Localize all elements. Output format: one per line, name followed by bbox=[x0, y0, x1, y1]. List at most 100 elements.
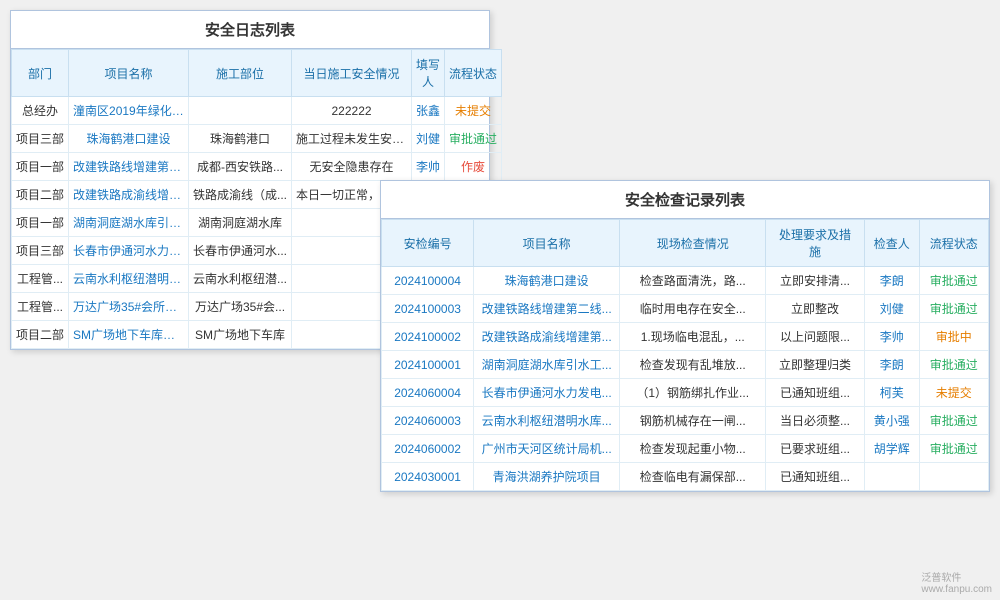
measure-cell: 立即整改 bbox=[766, 295, 865, 323]
dept-cell: 总经办 bbox=[12, 97, 69, 125]
id-cell[interactable]: 2024100003 bbox=[382, 295, 474, 323]
status-cell: 作废 bbox=[445, 153, 502, 181]
right-table-body: 2024100004珠海鹤港口建设检查路面清洗，路...立即安排清...李朗审批… bbox=[382, 267, 989, 491]
project-cell[interactable]: 长春市伊通河水力发电... bbox=[474, 379, 620, 407]
id-cell[interactable]: 2024100004 bbox=[382, 267, 474, 295]
site-cell: 珠海鹤港口 bbox=[189, 125, 292, 153]
status-cell: 审批中 bbox=[919, 323, 988, 351]
project-cell[interactable]: 云南水利枢纽潜明水库一... bbox=[69, 265, 189, 293]
table-row: 2024030001青海洪湖养护院项目检查临电有漏保部...已通知班组... bbox=[382, 463, 989, 491]
measure-cell: 立即整理归类 bbox=[766, 351, 865, 379]
dept-cell: 项目三部 bbox=[12, 125, 69, 153]
project-cell[interactable]: 湖南洞庭湖水库引水工... bbox=[474, 351, 620, 379]
status-cell: 审批通过 bbox=[919, 267, 988, 295]
table-row: 2024060004长春市伊通河水力发电...（1）钢筋绑扎作业...已通知班组… bbox=[382, 379, 989, 407]
project-cell[interactable]: 长春市伊通河水力发电厂... bbox=[69, 237, 189, 265]
col-site: 施工部位 bbox=[189, 50, 292, 97]
watermark: 泛普软件 www.fanpu.com bbox=[921, 569, 992, 595]
col-situation: 当日施工安全情况 bbox=[292, 50, 412, 97]
project-cell[interactable]: 改建铁路线增建第二线... bbox=[474, 295, 620, 323]
project-cell[interactable]: 改建铁路线增建第二线直... bbox=[69, 153, 189, 181]
measure-cell: 已通知班组... bbox=[766, 463, 865, 491]
status-cell: 未提交 bbox=[445, 97, 502, 125]
right-table-container: 安全检查记录列表 安检编号 项目名称 现场检查情况 处理要求及措施 检查人 流程… bbox=[380, 180, 990, 492]
inspector-cell[interactable]: 李帅 bbox=[864, 323, 919, 351]
dept-cell: 项目一部 bbox=[12, 153, 69, 181]
project-cell[interactable]: 万达广场35#会所及咖啡... bbox=[69, 293, 189, 321]
watermark-line2: www.fanpu.com bbox=[921, 584, 992, 595]
check-cell: 临时用电存在安全... bbox=[620, 295, 766, 323]
measure-cell: 当日必须整... bbox=[766, 407, 865, 435]
project-cell[interactable]: 湖南洞庭湖水库引水工程... bbox=[69, 209, 189, 237]
status-cell: 审批通过 bbox=[445, 125, 502, 153]
id-cell[interactable]: 2024060002 bbox=[382, 435, 474, 463]
col-id: 安检编号 bbox=[382, 220, 474, 267]
site-cell: 湖南洞庭湖水库 bbox=[189, 209, 292, 237]
table-row: 2024060002广州市天河区统计局机...检查发现起重小物...已要求班组.… bbox=[382, 435, 989, 463]
inspector-cell[interactable]: 胡学辉 bbox=[864, 435, 919, 463]
author-cell[interactable]: 李帅 bbox=[412, 153, 445, 181]
inspector-cell[interactable]: 黄小强 bbox=[864, 407, 919, 435]
project-cell[interactable]: 珠海鹤港口建设 bbox=[474, 267, 620, 295]
col-project-name: 项目名称 bbox=[474, 220, 620, 267]
status-cell: 审批通过 bbox=[919, 351, 988, 379]
project-cell[interactable]: 改建铁路成渝线增建第二... bbox=[69, 181, 189, 209]
project-cell[interactable]: 广州市天河区统计局机... bbox=[474, 435, 620, 463]
measure-cell: 立即安排清... bbox=[766, 267, 865, 295]
col-author: 填写人 bbox=[412, 50, 445, 97]
situation-cell: 222222 bbox=[292, 97, 412, 125]
status-cell: 未提交 bbox=[919, 379, 988, 407]
col-dept: 部门 bbox=[12, 50, 69, 97]
situation-cell: 无安全隐患存在 bbox=[292, 153, 412, 181]
project-cell[interactable]: 云南水利枢纽潜明水库... bbox=[474, 407, 620, 435]
check-cell: 钢筋机械存在一闸... bbox=[620, 407, 766, 435]
site-cell: 铁路成渝线（成... bbox=[189, 181, 292, 209]
site-cell: 云南水利枢纽潜... bbox=[189, 265, 292, 293]
inspector-cell[interactable]: 柯芙 bbox=[864, 379, 919, 407]
table-row: 2024100001湖南洞庭湖水库引水工...检查发现有乱堆放...立即整理归类… bbox=[382, 351, 989, 379]
project-cell[interactable]: 潼南区2019年绿化补贴项... bbox=[69, 97, 189, 125]
right-table: 安检编号 项目名称 现场检查情况 处理要求及措施 检查人 流程状态 202410… bbox=[381, 219, 989, 491]
watermark-line1: 泛普软件 bbox=[921, 569, 992, 584]
site-cell: 成都-西安铁路... bbox=[189, 153, 292, 181]
situation-cell: 施工过程未发生安全事故... bbox=[292, 125, 412, 153]
dept-cell: 项目一部 bbox=[12, 209, 69, 237]
project-cell[interactable]: 珠海鹤港口建设 bbox=[69, 125, 189, 153]
id-cell[interactable]: 2024100001 bbox=[382, 351, 474, 379]
project-cell[interactable]: 青海洪湖养护院项目 bbox=[474, 463, 620, 491]
site-cell: 万达广场35#会... bbox=[189, 293, 292, 321]
project-cell[interactable]: 改建铁路成渝线增建第... bbox=[474, 323, 620, 351]
table-row: 2024060003云南水利枢纽潜明水库...钢筋机械存在一闸...当日必须整.… bbox=[382, 407, 989, 435]
col-check: 现场检查情况 bbox=[620, 220, 766, 267]
status-cell: 审批通过 bbox=[919, 407, 988, 435]
dept-cell: 工程管... bbox=[12, 265, 69, 293]
id-cell[interactable]: 2024030001 bbox=[382, 463, 474, 491]
id-cell[interactable]: 2024060003 bbox=[382, 407, 474, 435]
project-cell[interactable]: SM广场地下车库更换摄... bbox=[69, 321, 189, 349]
status-cell bbox=[919, 463, 988, 491]
col-inspector: 检查人 bbox=[864, 220, 919, 267]
id-cell[interactable]: 2024100002 bbox=[382, 323, 474, 351]
measure-cell: 已要求班组... bbox=[766, 435, 865, 463]
check-cell: 检查路面清洗，路... bbox=[620, 267, 766, 295]
author-cell[interactable]: 刘健 bbox=[412, 125, 445, 153]
table-row: 项目三部珠海鹤港口建设珠海鹤港口施工过程未发生安全事故...刘健审批通过 bbox=[12, 125, 502, 153]
col-measure: 处理要求及措施 bbox=[766, 220, 865, 267]
dept-cell: 项目三部 bbox=[12, 237, 69, 265]
inspector-cell[interactable]: 刘健 bbox=[864, 295, 919, 323]
col-flow-status: 流程状态 bbox=[919, 220, 988, 267]
author-cell[interactable]: 张鑫 bbox=[412, 97, 445, 125]
table-row: 总经办潼南区2019年绿化补贴项... 222222张鑫未提交 bbox=[12, 97, 502, 125]
table-row: 2024100004珠海鹤港口建设检查路面清洗，路...立即安排清...李朗审批… bbox=[382, 267, 989, 295]
dept-cell: 项目二部 bbox=[12, 181, 69, 209]
site-cell: 长春市伊通河水... bbox=[189, 237, 292, 265]
left-table-header-row: 部门 项目名称 施工部位 当日施工安全情况 填写人 流程状态 bbox=[12, 50, 502, 97]
inspector-cell bbox=[864, 463, 919, 491]
id-cell[interactable]: 2024060004 bbox=[382, 379, 474, 407]
inspector-cell[interactable]: 李朗 bbox=[864, 351, 919, 379]
dept-cell: 工程管... bbox=[12, 293, 69, 321]
inspector-cell[interactable]: 李朗 bbox=[864, 267, 919, 295]
left-table-title: 安全日志列表 bbox=[11, 11, 489, 49]
dept-cell: 项目二部 bbox=[12, 321, 69, 349]
check-cell: 检查发现有乱堆放... bbox=[620, 351, 766, 379]
